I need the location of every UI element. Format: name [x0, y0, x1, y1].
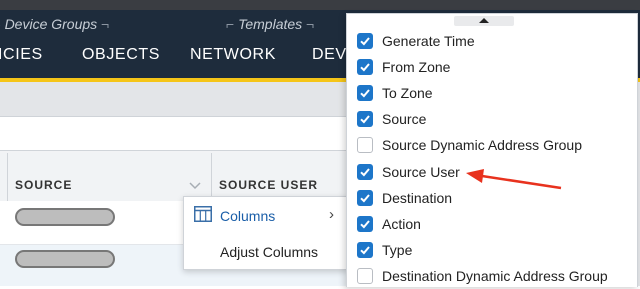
annotation-arrow	[466, 169, 562, 190]
